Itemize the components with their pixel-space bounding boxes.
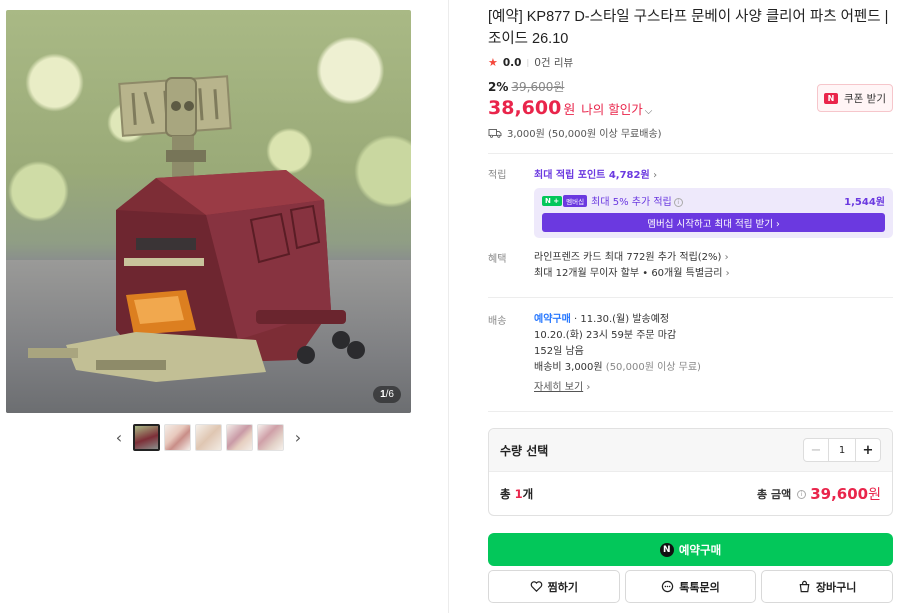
chevron-down-icon: ⌵ — [644, 106, 653, 117]
talktalk-button[interactable]: 톡톡문의 — [624, 570, 757, 603]
benefits-label: 혜택 — [488, 254, 507, 265]
chevron-right-icon: › — [586, 382, 591, 393]
preorder-buy-button[interactable]: N 예약구매 — [488, 533, 893, 566]
naver-n-icon: N — [659, 542, 674, 557]
thumbnail-2[interactable] — [164, 424, 191, 451]
total-price: 39,600원 — [810, 485, 881, 503]
price-unit: 원 — [563, 103, 576, 118]
quantity-stepper: − 1 + — [803, 438, 881, 462]
info-icon[interactable]: i — [797, 489, 807, 499]
npay-plus-badge: N + — [542, 195, 563, 206]
installment-benefit-link[interactable]: 최대 12개월 무이자 할부 • 60개월 특별금리 › — [534, 266, 893, 282]
quantity-input[interactable]: 1 — [829, 439, 855, 461]
divider — [488, 297, 893, 298]
cart-label: 장바구니 — [815, 580, 857, 594]
column-divider — [448, 0, 449, 613]
product-info: [예약] KP877 D-스타일 구스타프 문베이 사양 클리어 파츠 어펜드 … — [488, 6, 893, 396]
sale-price: 38,600 — [488, 97, 562, 119]
product-gallery: 1/6 ‹ › — [6, 10, 411, 451]
benefits-row: 혜택 라인프렌즈 카드 최대 772원 추가 적립(2%) › 최대 12개월 … — [488, 250, 893, 282]
membership-box: N + 멤버십 최대 5% 추가 적립 i 1,544원 멤버십 시작하고 최대 … — [534, 188, 893, 238]
shipping-text: 3,000원 (50,000원 이상 무료배송) — [507, 129, 662, 140]
heart-icon — [530, 581, 542, 592]
membership-badge: 멤버십 — [563, 194, 588, 207]
order-deadline: 10.20.(화) 23시 59분 주문 마감 — [534, 330, 677, 341]
star-icon: ★ — [488, 56, 498, 69]
delivery-fee: 배송비 3,000원 (50,000원 이상 무료) — [534, 362, 701, 373]
quantity-plus-button[interactable]: + — [855, 439, 880, 461]
coupon-label: 쿠폰 받기 — [844, 92, 886, 105]
thumbnail-1[interactable] — [133, 424, 160, 451]
coupon-button[interactable]: N 쿠폰 받기 — [817, 84, 893, 112]
image-counter: 1/6 — [373, 386, 401, 403]
divider — [488, 153, 893, 154]
secondary-actions: 찜하기 톡톡문의 장바구니 — [488, 570, 894, 603]
thumbnail-5[interactable] — [257, 424, 284, 451]
buy-label: 예약구매 — [678, 542, 722, 557]
delivery-row: 배송 예약구매 · 11.30.(월) 발송예정 10.20.(화) 23시 5… — [488, 312, 893, 396]
zoid-figure-illustration — [28, 75, 365, 382]
truck-icon — [488, 128, 502, 138]
my-discount-toggle[interactable]: 나의 할인가 ⌵ — [581, 99, 652, 118]
naver-coupon-icon: N — [824, 92, 838, 104]
quantity-minus-button[interactable]: − — [804, 439, 829, 461]
cart-button[interactable]: 장바구니 — [761, 570, 894, 603]
shopping-bag-icon — [799, 580, 810, 593]
thumb-prev-arrow-icon[interactable]: ‹ — [109, 425, 129, 451]
rating-value: 0.0 — [502, 56, 522, 69]
max-points-link[interactable]: 최대 적립 포인트 4,782원 › — [534, 166, 893, 181]
wishlist-label: 찜하기 — [547, 580, 579, 594]
discount-percent: 2% — [488, 80, 509, 94]
separator: | — [526, 58, 530, 67]
preorder-tag: 예약구매 — [534, 314, 571, 325]
chevron-right-icon: › — [724, 252, 729, 263]
days-remaining: 152일 남음 — [534, 346, 584, 357]
price-block: 2% 39,600원 38,600 원 나의 할인가 ⌵ N 쿠폰 받기 3,000… — [488, 78, 893, 140]
thumbnail-3[interactable] — [195, 424, 222, 451]
chat-bubble-icon — [662, 580, 674, 593]
quantity-label: 수량 선택 — [500, 443, 549, 458]
rating-row: ★ 0.0 | 0건 리뷰 — [488, 55, 893, 70]
points-label: 적립 — [488, 170, 507, 181]
preorder-line: 예약구매 · 11.30.(월) 발송예정 — [534, 314, 670, 325]
thumbnail-strip: ‹ › — [6, 424, 411, 451]
total-count: 총 1개 — [500, 487, 534, 501]
review-count-link[interactable]: 0건 리뷰 — [534, 55, 573, 70]
thumbnail-4[interactable] — [226, 424, 253, 451]
talktalk-label: 톡톡문의 — [679, 580, 720, 594]
info-icon[interactable]: i — [673, 198, 683, 207]
chevron-right-icon: › — [725, 268, 730, 279]
product-main-image[interactable]: 1/6 — [6, 10, 411, 413]
product-title: [예약] KP877 D-스타일 구스타프 문베이 사양 클리어 파츠 어펜드 … — [488, 9, 889, 47]
delivery-label: 배송 — [488, 316, 507, 327]
points-row: 적립 최대 적립 포인트 4,782원 › N + 멤버십 최대 5% 추가 적… — [488, 166, 893, 238]
membership-amount: 1,544원 — [844, 197, 885, 208]
thumb-next-arrow-icon[interactable]: › — [288, 425, 308, 451]
total-price-label: 총 금액 — [757, 488, 792, 501]
card-benefit-link[interactable]: 라인프렌즈 카드 최대 772원 추가 적립(2%) › — [534, 250, 893, 266]
divider — [488, 411, 893, 412]
membership-text: 최대 5% 추가 적립 i — [591, 193, 683, 208]
delivery-detail-link[interactable]: 자세히 보기 › — [534, 380, 893, 396]
chevron-right-icon: › — [653, 170, 658, 181]
shipping-row: 3,000원 (50,000원 이상 무료배송) — [488, 125, 893, 140]
wishlist-button[interactable]: 찜하기 — [488, 570, 620, 603]
original-price: 39,600원 — [511, 80, 565, 94]
membership-start-button[interactable]: 멤버십 시작하고 최대 적립 받기 › — [542, 213, 885, 232]
quantity-box: 수량 선택 − 1 + 총 1개 총 금액 i 39,600원 — [488, 428, 893, 516]
